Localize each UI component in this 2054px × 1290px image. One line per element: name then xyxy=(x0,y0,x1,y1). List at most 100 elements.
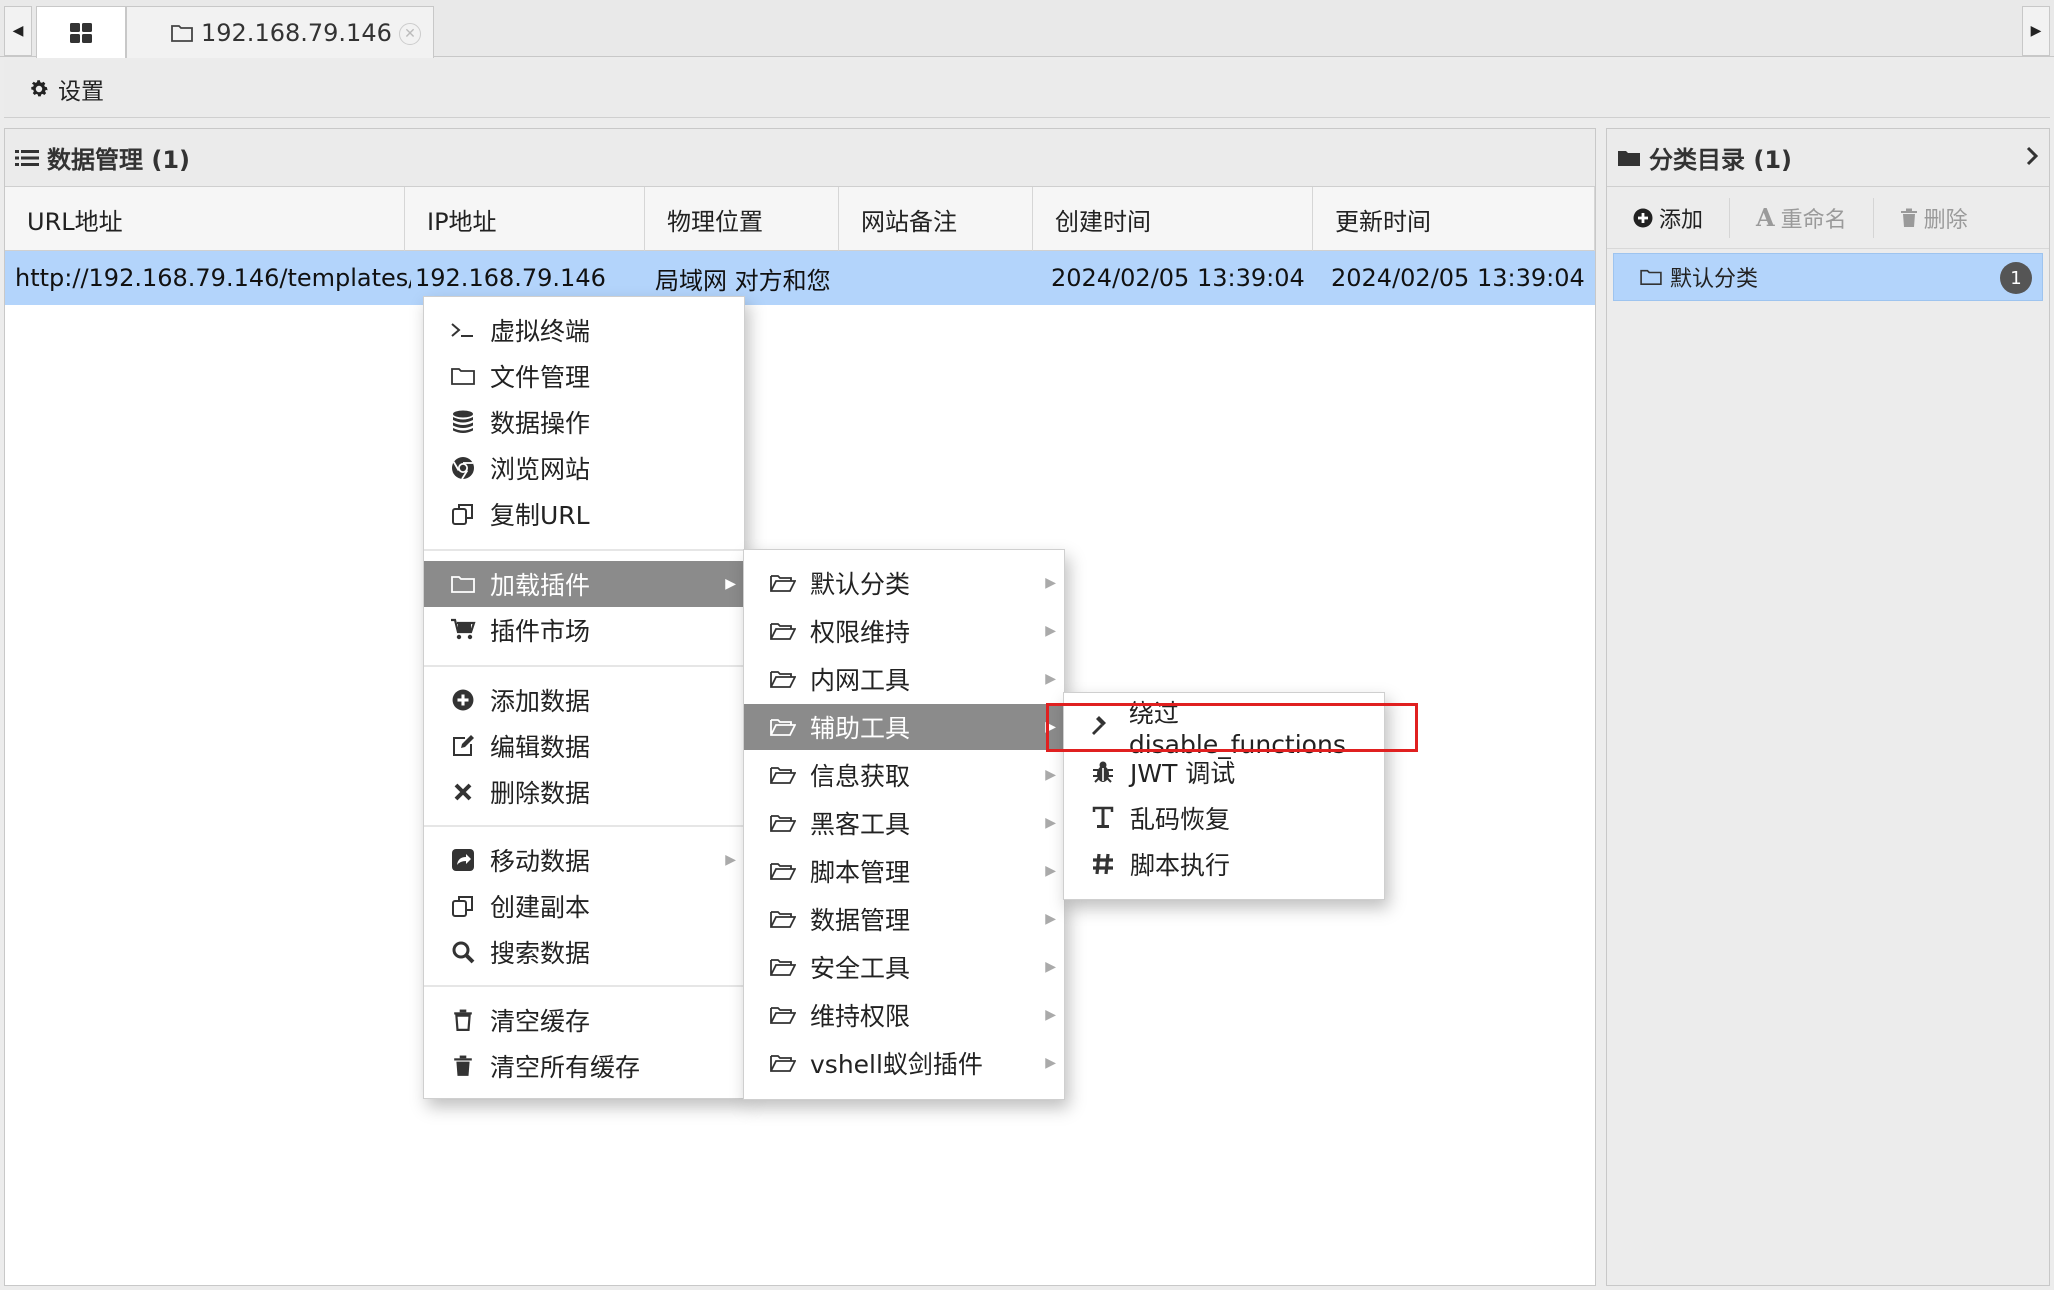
column-header-created[interactable]: 创建时间 xyxy=(1033,187,1313,251)
menu-item-delete-data[interactable]: 删除数据 xyxy=(424,769,744,815)
submenu-item-maintain-privilege[interactable]: 维持权限 ▶ xyxy=(744,992,1064,1038)
gear-icon xyxy=(28,78,50,100)
caret-right-icon: ▶ xyxy=(1045,911,1056,927)
tab-home[interactable] xyxy=(36,6,126,58)
folder-open-icon xyxy=(770,669,796,689)
submenu-item-security-tools[interactable]: 安全工具 ▶ xyxy=(744,944,1064,990)
trash-icon xyxy=(450,1055,476,1077)
folder-open-icon xyxy=(770,861,796,881)
plus-circle-icon xyxy=(1633,208,1653,228)
menu-item-label: 虚拟终端 xyxy=(490,317,591,346)
submenu-item-default-category[interactable]: 默认分类 ▶ xyxy=(744,560,1064,606)
folder-icon xyxy=(1617,148,1641,168)
caret-right-icon: ▶ xyxy=(725,852,736,868)
menu-item-clear-cache[interactable]: 清空缓存 xyxy=(424,997,744,1043)
caret-right-icon: ▶ xyxy=(1045,1055,1056,1071)
column-header-location[interactable]: 物理位置 xyxy=(645,187,839,251)
caret-right-icon: ▶ xyxy=(1045,959,1056,975)
caret-right-icon: ▶ xyxy=(1045,1007,1056,1023)
tab-scroll-left-button[interactable]: ◀ xyxy=(4,6,32,56)
caret-right-icon: ▶ xyxy=(725,576,736,592)
menu-item-move-data[interactable]: 移动数据 ▶ xyxy=(424,837,744,883)
tool-item-jwt-debug[interactable]: JWT 调试 xyxy=(1064,749,1384,795)
column-header-ip[interactable]: IP地址 xyxy=(405,187,645,251)
column-header-note[interactable]: 网站备注 xyxy=(839,187,1033,251)
submenu-item-label: 黑客工具 xyxy=(810,810,911,839)
add-category-label: 添加 xyxy=(1659,207,1704,233)
menu-item-label: 移动数据 xyxy=(490,847,591,876)
menu-item-data-operation[interactable]: 数据操作 xyxy=(424,399,744,445)
toolbar: 设置 xyxy=(4,60,2050,118)
tab-host-label: 192.168.79.146 xyxy=(201,18,392,47)
submenu-item-data-management[interactable]: 数据管理 ▶ xyxy=(744,896,1064,942)
tool-item-garbled-recovery[interactable]: 乱码恢复 xyxy=(1064,795,1384,841)
menu-item-create-copy[interactable]: 创建副本 xyxy=(424,883,744,929)
submenu-item-vshell-plugin[interactable]: vshell蚁剑插件 ▶ xyxy=(744,1040,1064,1086)
menu-item-search-data[interactable]: 搜索数据 xyxy=(424,929,744,975)
category-toolbar: 添加 A 重命名 删除 xyxy=(1607,187,2049,249)
submenu-item-auxiliary-tools[interactable]: 辅助工具 ▶ xyxy=(744,704,1064,750)
menu-item-edit-data[interactable]: 编辑数据 xyxy=(424,723,744,769)
caret-right-icon: ▶ xyxy=(1045,623,1056,639)
submenu-item-intranet-tools[interactable]: 内网工具 ▶ xyxy=(744,656,1064,702)
tool-item-label: 乱码恢复 xyxy=(1130,805,1231,834)
tab-scroll-right-button[interactable]: ▶ xyxy=(2022,6,2050,56)
submenu-item-label: 脚本管理 xyxy=(810,858,911,887)
menu-separator xyxy=(424,549,744,551)
table-row[interactable]: http://192.168.79.146/templates/ 192.168… xyxy=(5,251,1595,305)
caret-right-icon: ▶ xyxy=(1045,863,1056,879)
folder-icon xyxy=(450,574,476,594)
settings-label: 设置 xyxy=(58,78,104,105)
rename-category-button[interactable]: A 重命名 xyxy=(1730,197,1874,238)
close-icon xyxy=(450,782,476,802)
panel-header: 数据管理 (1) xyxy=(5,129,1595,187)
menu-item-label: 插件市场 xyxy=(490,617,591,646)
submenu-item-info-gathering[interactable]: 信息获取 ▶ xyxy=(744,752,1064,798)
submenu-item-label: 权限维持 xyxy=(810,618,911,647)
rename-category-label: 重命名 xyxy=(1780,207,1847,233)
tool-item-script-exec[interactable]: 脚本执行 xyxy=(1064,841,1384,887)
tab-host[interactable]: 192.168.79.146 ✕ xyxy=(126,6,434,58)
menu-item-file-manager[interactable]: 文件管理 xyxy=(424,353,744,399)
menu-item-clear-all-cache[interactable]: 清空所有缓存 xyxy=(424,1043,744,1089)
tab-close-icon[interactable]: ✕ xyxy=(399,23,421,45)
menu-item-copy-url[interactable]: 复制URL xyxy=(424,491,744,537)
caret-right-icon: ▶ xyxy=(1045,671,1056,687)
menu-item-browse-site[interactable]: 浏览网站 xyxy=(424,445,744,491)
submenu-item-hacker-tools[interactable]: 黑客工具 ▶ xyxy=(744,800,1064,846)
category-item-default[interactable]: 默认分类 1 xyxy=(1613,253,2043,301)
column-header-updated[interactable]: 更新时间 xyxy=(1313,187,1595,251)
trash-icon xyxy=(450,1009,476,1031)
menu-item-load-plugin[interactable]: 加载插件 ▶ xyxy=(424,561,744,607)
cell-note xyxy=(849,251,1033,305)
category-count-badge: 1 xyxy=(2000,262,2032,294)
menu-item-label: 复制URL xyxy=(490,501,590,530)
category-panel: 分类目录 (1) 添加 A 重命名 删除 默认分类 1 xyxy=(1606,128,2050,1286)
submenu-item-persistence[interactable]: 权限维持 ▶ xyxy=(744,608,1064,654)
folder-open-icon xyxy=(770,765,796,785)
delete-category-button[interactable]: 删除 xyxy=(1874,198,1994,238)
bug-icon xyxy=(1090,760,1116,784)
add-category-button[interactable]: 添加 xyxy=(1607,197,1731,238)
menu-item-terminal[interactable]: 虚拟终端 xyxy=(424,307,744,353)
menu-item-label: 创建副本 xyxy=(490,893,591,922)
menu-item-label: 数据操作 xyxy=(490,409,591,438)
search-icon xyxy=(450,940,476,964)
triangle-right-icon: ▶ xyxy=(2030,23,2042,39)
chevron-right-icon[interactable] xyxy=(2025,145,2039,167)
submenu-item-label: vshell蚁剑插件 xyxy=(810,1050,983,1079)
menu-item-add-data[interactable]: 添加数据 xyxy=(424,677,744,723)
panel-title: 数据管理 (1) xyxy=(47,146,190,174)
folder-open-icon xyxy=(770,717,796,737)
column-header-url[interactable]: URL地址 xyxy=(5,187,405,251)
chrome-icon xyxy=(450,456,476,480)
settings-button[interactable]: 设置 xyxy=(28,72,104,106)
submenu-item-script-management[interactable]: 脚本管理 ▶ xyxy=(744,848,1064,894)
menu-item-plugin-market[interactable]: 插件市场 xyxy=(424,607,744,653)
category-header: 分类目录 (1) xyxy=(1607,129,2049,187)
cell-updated: 2024/02/05 13:39:04 xyxy=(1331,264,1585,292)
menu-item-label: 添加数据 xyxy=(490,687,591,716)
menu-item-label: 浏览网站 xyxy=(490,455,591,484)
context-menu: 虚拟终端 文件管理 数据操作 浏览网站 复制URL 加载插件 ▶ 插件市场 添加… xyxy=(423,296,745,1099)
menu-item-label: 删除数据 xyxy=(490,779,591,808)
